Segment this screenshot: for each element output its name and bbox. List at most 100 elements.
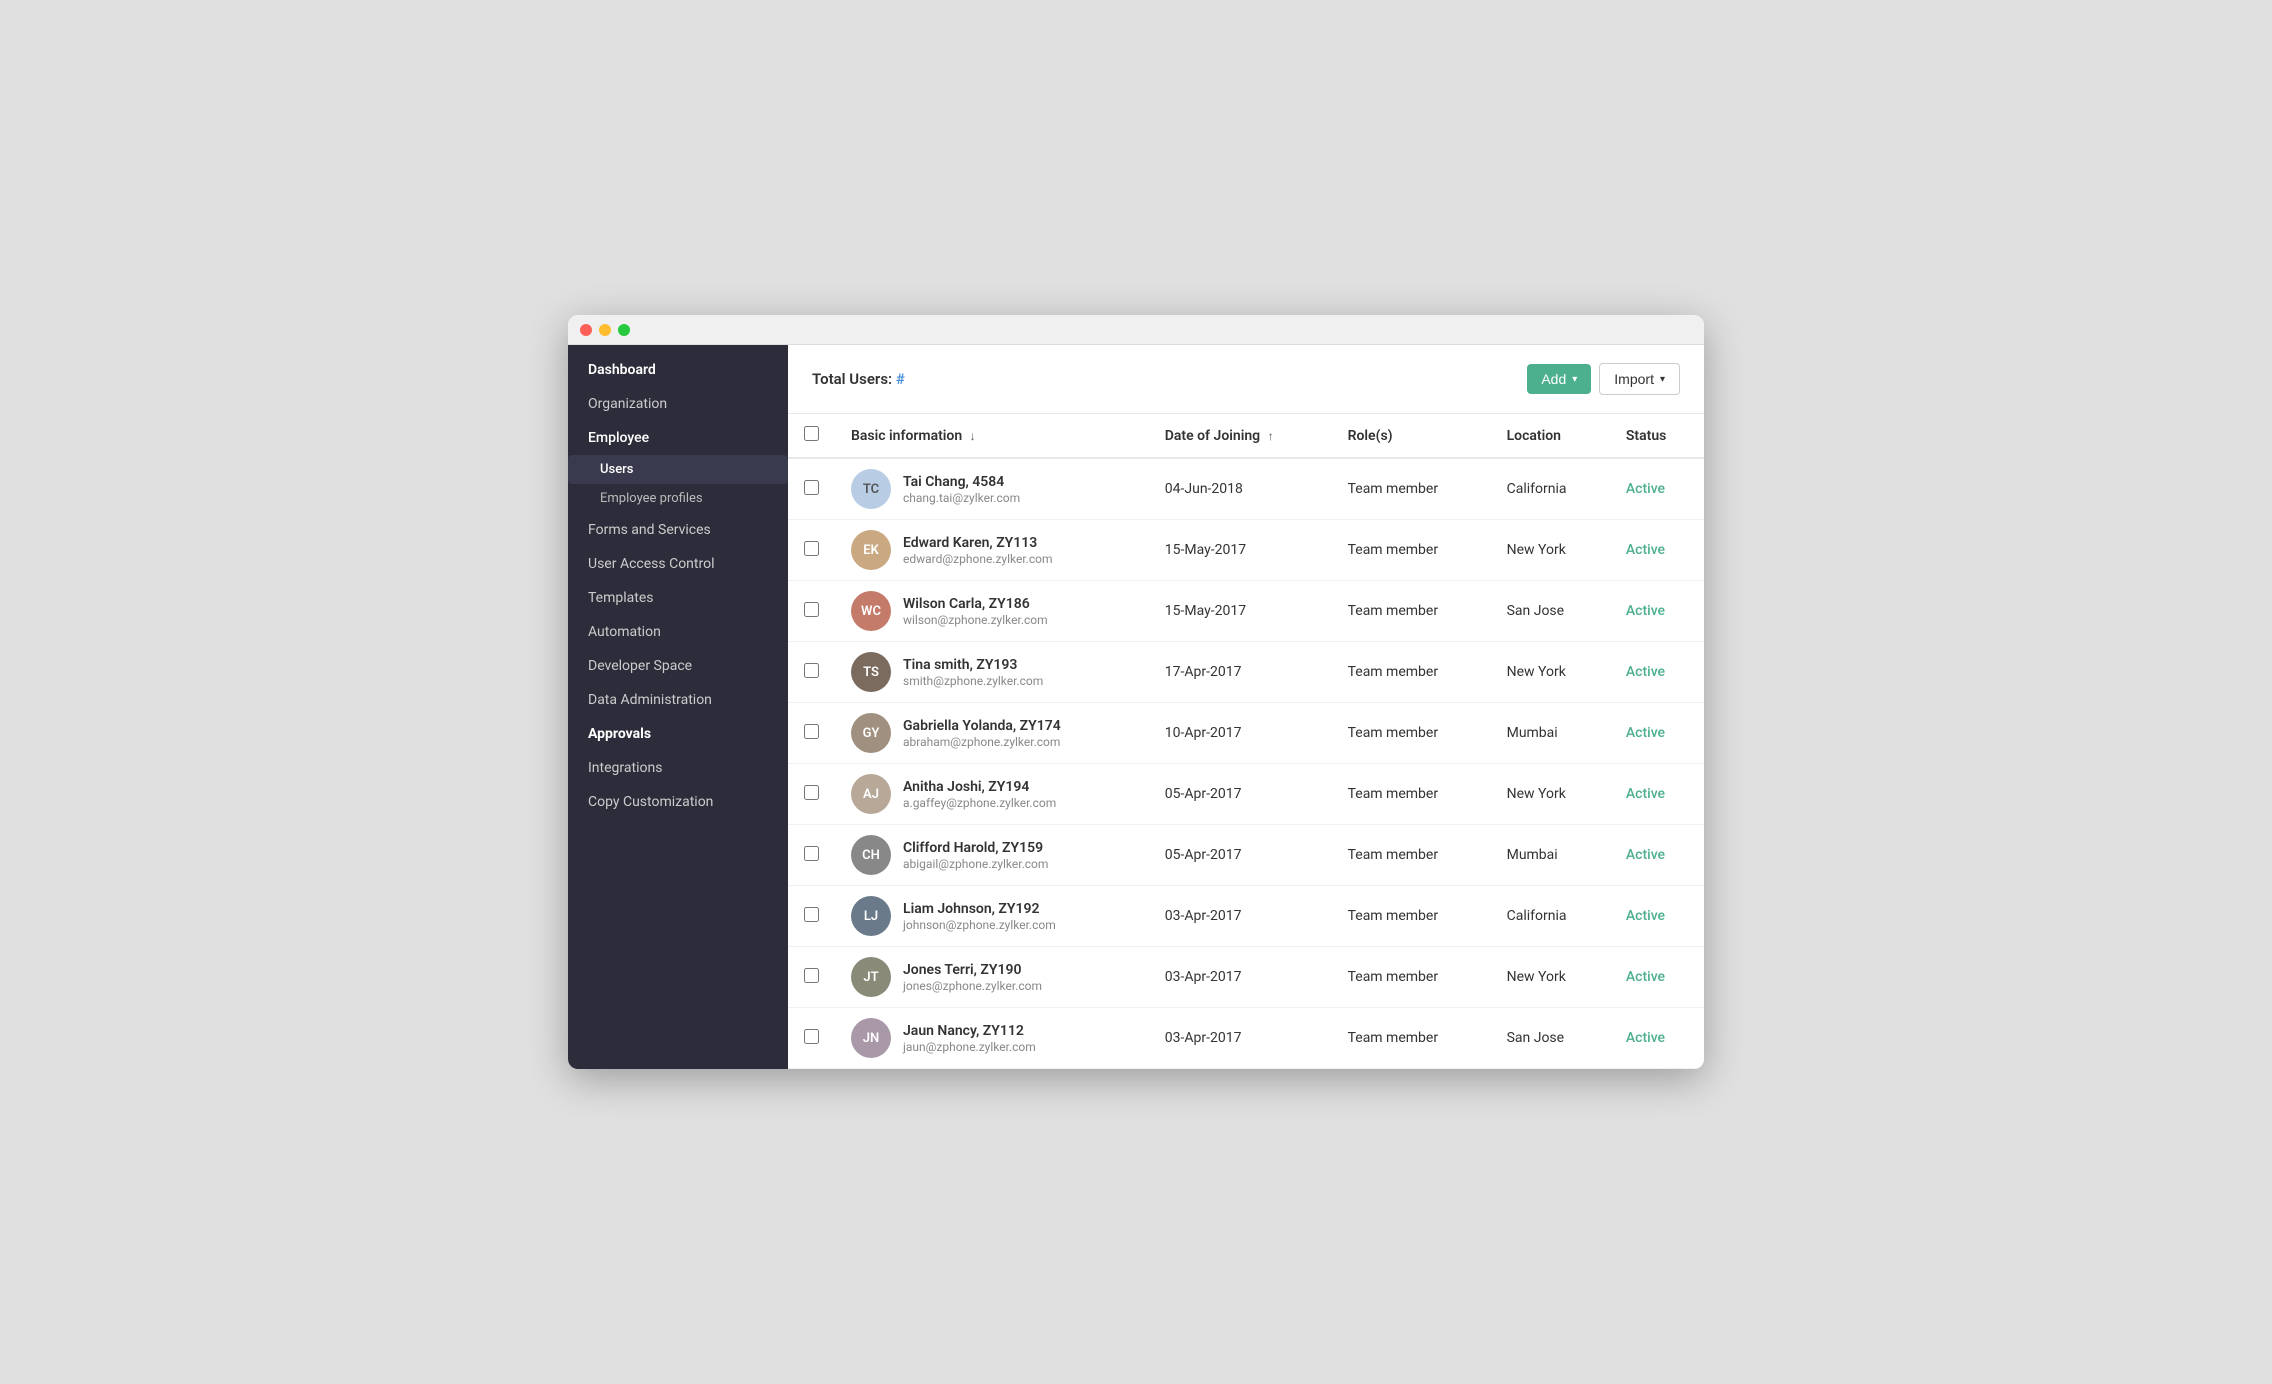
status-cell: Active (1610, 1008, 1704, 1069)
add-chevron-icon: ▾ (1572, 374, 1577, 385)
sidebar-item-organization[interactable]: Organization (568, 387, 788, 421)
sidebar-item-developer-space[interactable]: Developer Space (568, 649, 788, 683)
status-cell: Active (1610, 947, 1704, 1008)
col-header-location[interactable]: Location (1491, 414, 1610, 458)
user-email: chang.tai@zylker.com (903, 491, 1020, 505)
row-checkbox-1[interactable] (804, 480, 819, 495)
row-checkbox-cell (788, 764, 835, 825)
user-cell: TCTai Chang, 4584chang.tai@zylker.com (835, 458, 1149, 520)
maximize-button[interactable] (618, 324, 630, 336)
roles-cell: Team member (1332, 886, 1491, 947)
location-cell: California (1491, 458, 1610, 520)
row-checkbox-6[interactable] (804, 785, 819, 800)
date-joining-cell: 05-Apr-2017 (1149, 764, 1332, 825)
sidebar-item-dashboard[interactable]: Dashboard (568, 353, 788, 387)
sidebar-item-data-administration[interactable]: Data Administration (568, 683, 788, 717)
user-email: edward@zphone.zylker.com (903, 552, 1053, 566)
minimize-button[interactable] (599, 324, 611, 336)
table-row: CHClifford Harold, ZY159abigail@zphone.z… (788, 825, 1704, 886)
roles-cell: Team member (1332, 642, 1491, 703)
status-cell: Active (1610, 520, 1704, 581)
col-header-roles[interactable]: Role(s) (1332, 414, 1491, 458)
row-checkbox-7[interactable] (804, 846, 819, 861)
location-cell: New York (1491, 947, 1610, 1008)
close-button[interactable] (580, 324, 592, 336)
table-row: TSTina smith, ZY193smith@zphone.zylker.c… (788, 642, 1704, 703)
user-cell: CHClifford Harold, ZY159abigail@zphone.z… (835, 825, 1149, 886)
user-email: smith@zphone.zylker.com (903, 674, 1043, 688)
status-cell: Active (1610, 642, 1704, 703)
date-joining-cell: 10-Apr-2017 (1149, 703, 1332, 764)
avatar: JN (851, 1018, 891, 1058)
sidebar-item-employee[interactable]: Employee (568, 421, 788, 455)
select-all-checkbox[interactable] (804, 426, 819, 441)
row-checkbox-4[interactable] (804, 663, 819, 678)
row-checkbox-cell (788, 1008, 835, 1069)
roles-cell: Team member (1332, 825, 1491, 886)
col-header-basic-info[interactable]: Basic information ↓ (835, 414, 1149, 458)
user-cell: AJAnitha Joshi, ZY194a.gaffey@zphone.zyl… (835, 764, 1149, 825)
table-row: AJAnitha Joshi, ZY194a.gaffey@zphone.zyl… (788, 764, 1704, 825)
avatar: LJ (851, 896, 891, 936)
row-checkbox-cell (788, 703, 835, 764)
avatar: AJ (851, 774, 891, 814)
user-cell: TSTina smith, ZY193smith@zphone.zylker.c… (835, 642, 1149, 703)
avatar: CH (851, 835, 891, 875)
sidebar-item-employee-profiles[interactable]: Employee profiles (568, 484, 788, 513)
user-cell: GY Gabriella Yolanda, ZY174abraham@zphone… (835, 703, 1149, 764)
row-checkbox-5[interactable] (804, 724, 819, 739)
table-row: LJLiam Johnson, ZY192johnson@zphone.zylk… (788, 886, 1704, 947)
location-cell: New York (1491, 764, 1610, 825)
row-checkbox-2[interactable] (804, 541, 819, 556)
user-cell: JN Jaun Nancy, ZY112jaun@zphone.zylker.co… (835, 1008, 1149, 1069)
table-row: JTJones Terri, ZY190jones@zphone.zylker.… (788, 947, 1704, 1008)
row-checkbox-3[interactable] (804, 602, 819, 617)
row-checkbox-9[interactable] (804, 968, 819, 983)
date-joining-cell: 17-Apr-2017 (1149, 642, 1332, 703)
sidebar-item-approvals[interactable]: Approvals (568, 717, 788, 751)
row-checkbox-cell (788, 642, 835, 703)
avatar: GY (851, 713, 891, 753)
sidebar-item-automation[interactable]: Automation (568, 615, 788, 649)
row-checkbox-cell (788, 886, 835, 947)
import-chevron-icon: ▾ (1660, 374, 1665, 385)
import-button[interactable]: Import ▾ (1599, 363, 1680, 395)
user-email: a.gaffey@zphone.zylker.com (903, 796, 1056, 810)
sidebar-item-integrations[interactable]: Integrations (568, 751, 788, 785)
col-header-status[interactable]: Status (1610, 414, 1704, 458)
user-name: Gabriella Yolanda, ZY174 (903, 718, 1061, 734)
user-name: Wilson Carla, ZY186 (903, 596, 1048, 612)
sidebar-item-copy-customization[interactable]: Copy Customization (568, 785, 788, 819)
date-joining-cell: 15-May-2017 (1149, 520, 1332, 581)
row-checkbox-10[interactable] (804, 1029, 819, 1044)
user-email: jaun@zphone.zylker.com (903, 1040, 1036, 1054)
user-name: Tina smith, ZY193 (903, 657, 1043, 673)
roles-cell: Team member (1332, 1008, 1491, 1069)
user-email: abraham@zphone.zylker.com (903, 735, 1061, 749)
user-name: Clifford Harold, ZY159 (903, 840, 1048, 856)
app-body: Dashboard Organization Employee Users Em… (568, 345, 1704, 1069)
user-name: Jones Terri, ZY190 (903, 962, 1042, 978)
sidebar-item-user-access-control[interactable]: User Access Control (568, 547, 788, 581)
user-email: wilson@zphone.zylker.com (903, 613, 1048, 627)
location-cell: Mumbai (1491, 703, 1610, 764)
sidebar-item-templates[interactable]: Templates (568, 581, 788, 615)
status-cell: Active (1610, 825, 1704, 886)
sidebar-item-forms-services[interactable]: Forms and Services (568, 513, 788, 547)
row-checkbox-8[interactable] (804, 907, 819, 922)
sidebar-item-users[interactable]: Users (568, 455, 788, 484)
add-button[interactable]: Add ▾ (1527, 364, 1591, 394)
user-email: jones@zphone.zylker.com (903, 979, 1042, 993)
location-cell: California (1491, 886, 1610, 947)
avatar: EK (851, 530, 891, 570)
row-checkbox-cell (788, 581, 835, 642)
user-name: Jaun Nancy, ZY112 (903, 1023, 1036, 1039)
status-cell: Active (1610, 581, 1704, 642)
user-name: Edward Karen, ZY113 (903, 535, 1053, 551)
user-cell: JTJones Terri, ZY190jones@zphone.zylker.… (835, 947, 1149, 1008)
table-row: EK Edward Karen, ZY113edward@zphone.zylke… (788, 520, 1704, 581)
col-header-date-joining[interactable]: Date of Joining ↑ (1149, 414, 1332, 458)
location-cell: New York (1491, 520, 1610, 581)
total-users-value[interactable]: # (896, 370, 905, 388)
total-users-label: Total Users: # (812, 370, 1519, 388)
